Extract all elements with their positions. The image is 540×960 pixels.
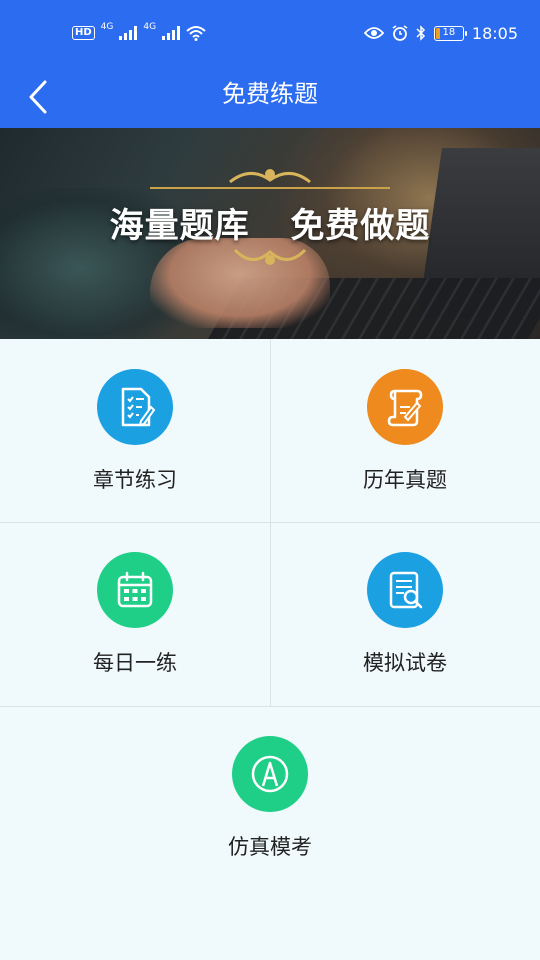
ornament-top-icon (150, 169, 390, 189)
back-button[interactable] (16, 72, 60, 122)
wifi-icon (186, 26, 206, 41)
checklist-document-icon (97, 369, 173, 445)
status-right-group: 18 18:05 (363, 22, 518, 44)
status-bar: HD 4G 4G 18 18:05 (0, 0, 540, 66)
simulated-exam-item[interactable]: 仿真模考 (135, 736, 405, 861)
page-title: 免费练题 (222, 80, 318, 108)
feature-grid: 章节练习 历年真题 每日一练 模拟试卷 仿真模考 (0, 339, 540, 960)
daily-practice-label: 每日一练 (93, 651, 177, 675)
calendar-icon (97, 552, 173, 628)
chevron-left-icon (29, 80, 47, 114)
signal-label-2: 4G (143, 22, 157, 32)
mock-paper-item[interactable]: 模拟试卷 (270, 552, 540, 677)
battery-percent: 18 (442, 26, 456, 38)
exam-a-icon (232, 736, 308, 812)
signal-strength-icon-2 (162, 26, 181, 40)
status-left-group: HD 4G 4G (72, 22, 206, 44)
simulated-exam-label: 仿真模考 (228, 835, 312, 859)
grid-divider-row-2 (0, 706, 540, 707)
hd-badge: HD (72, 26, 95, 40)
ornament-bottom-icon (233, 248, 307, 265)
bluetooth-icon (416, 25, 425, 41)
chapter-practice-label: 章节练习 (93, 468, 177, 492)
signal-label-1: 4G (100, 22, 114, 32)
past-exams-label: 历年真题 (363, 468, 447, 492)
past-exams-item[interactable]: 历年真题 (270, 369, 540, 494)
document-search-icon (367, 552, 443, 628)
nav-bar: 免费练题 (0, 66, 540, 128)
alarm-icon (392, 25, 408, 41)
daily-practice-item[interactable]: 每日一练 (0, 552, 270, 677)
mock-paper-label: 模拟试卷 (363, 651, 447, 675)
clock: 18:05 (471, 23, 518, 43)
chapter-practice-item[interactable]: 章节练习 (0, 369, 270, 494)
promo-banner: 海量题库 免费做题 (0, 128, 540, 339)
scroll-pen-icon (367, 369, 443, 445)
eye-comfort-icon (363, 27, 384, 39)
grid-divider-row-1 (0, 522, 540, 523)
battery-icon: 18 (433, 25, 467, 41)
signal-strength-icon (119, 26, 138, 40)
battery-level (435, 27, 440, 39)
